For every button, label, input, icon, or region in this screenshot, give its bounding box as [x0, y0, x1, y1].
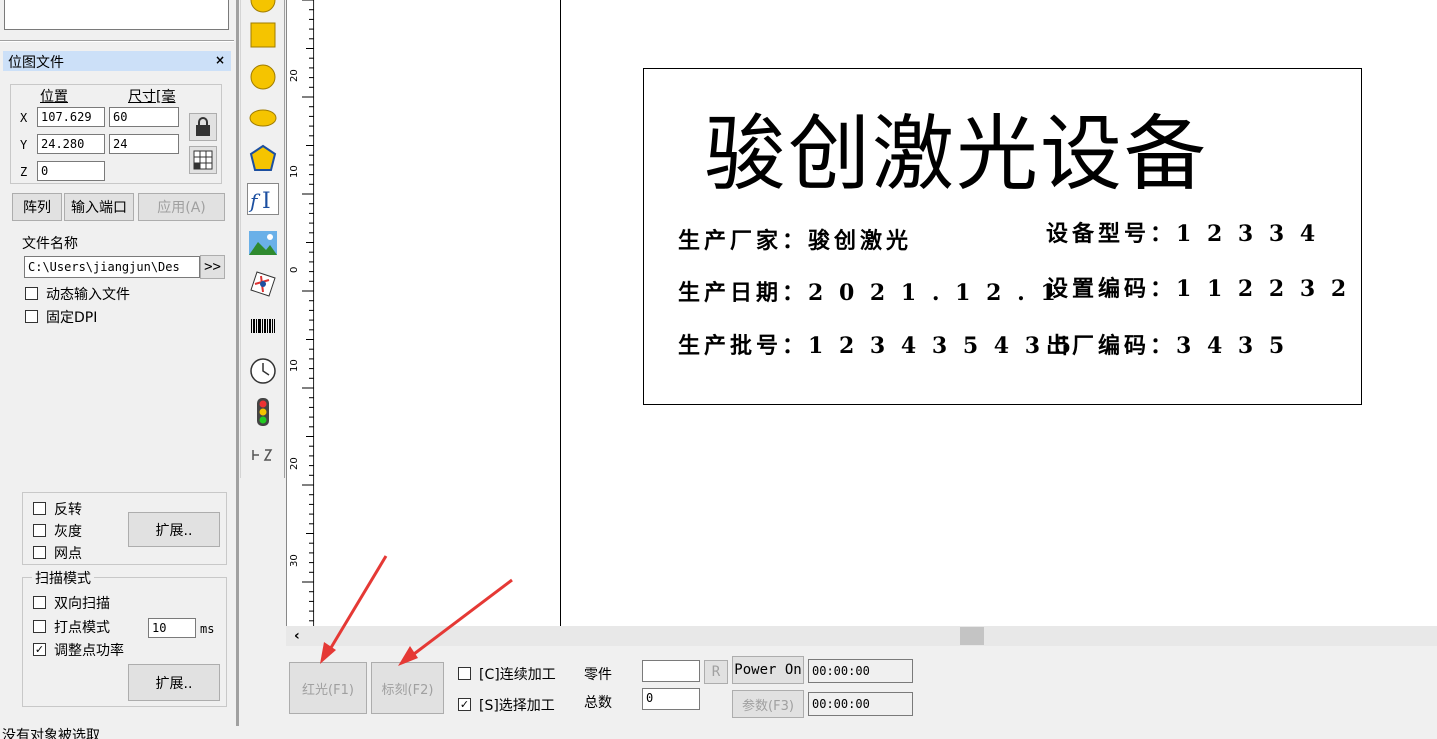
- arrowhead-mark: [398, 646, 418, 666]
- arrow-to-red-light: [324, 555, 388, 657]
- annotation-arrows: [320, 555, 513, 666]
- arrow-to-mark: [405, 578, 513, 662]
